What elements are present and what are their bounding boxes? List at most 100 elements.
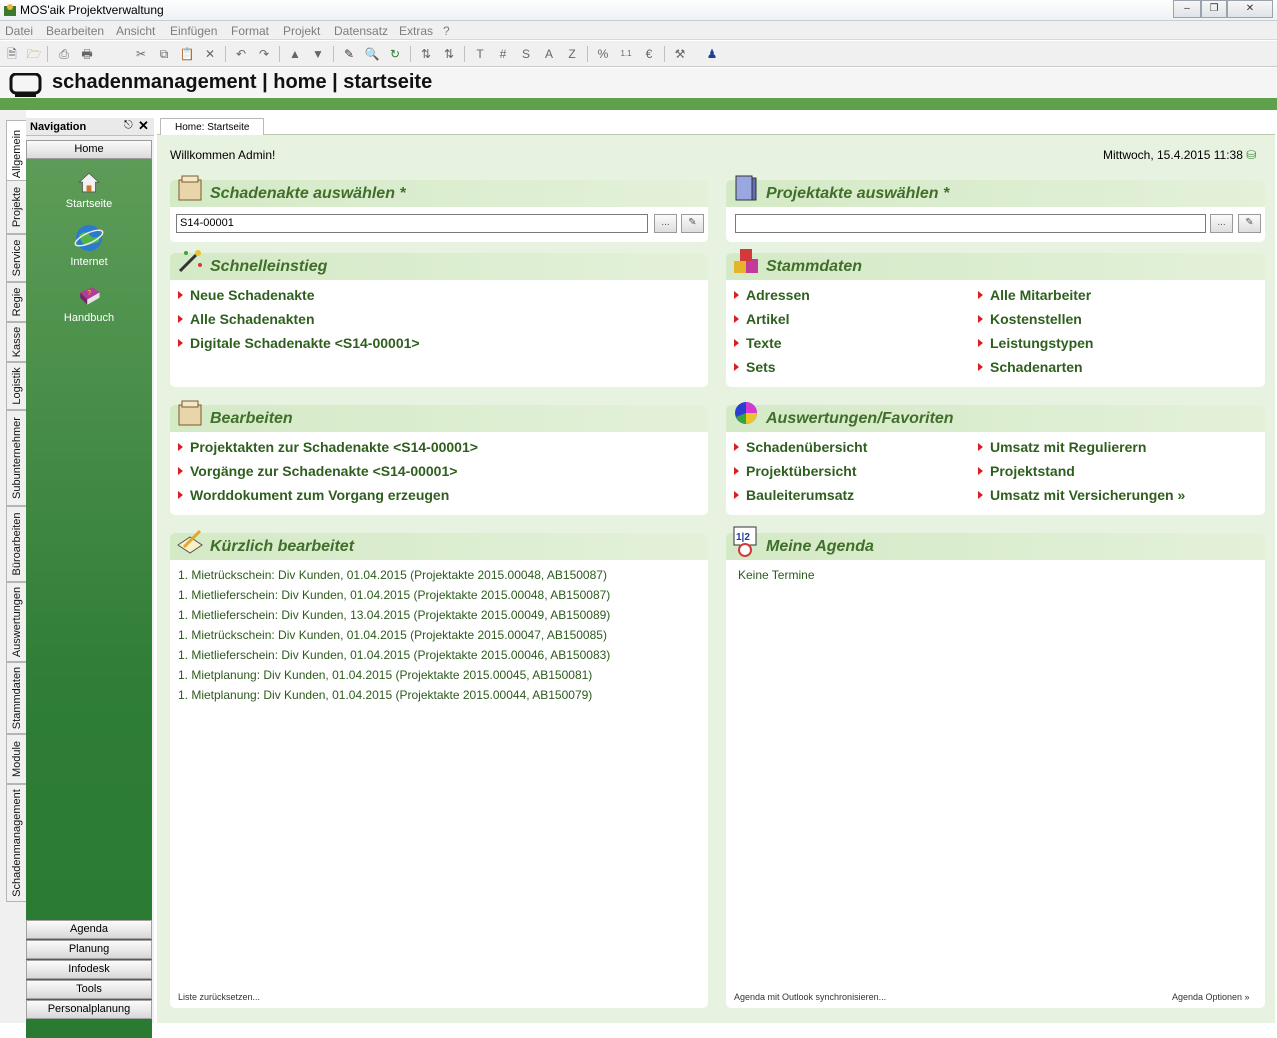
- recent-item[interactable]: 1. Mietplanung: Div Kunden, 01.04.2015 (…: [178, 668, 592, 682]
- link-projektuebersicht[interactable]: Projektübersicht: [733, 463, 856, 479]
- close-button[interactable]: ✕: [1227, 0, 1273, 18]
- link-projektstand[interactable]: Projektstand: [978, 463, 1075, 479]
- menu-projekt[interactable]: Projekt: [283, 24, 320, 38]
- projektakte-edit-button[interactable]: ✎: [1238, 214, 1261, 233]
- edit-pencil-icon[interactable]: ✎: [340, 45, 358, 63]
- link-alle-schadenakten[interactable]: Alle Schadenakten: [178, 311, 315, 327]
- link-artikel[interactable]: Artikel: [734, 311, 790, 327]
- recent-item[interactable]: 1. Mietlieferschein: Div Kunden, 01.04.2…: [178, 588, 610, 602]
- link-texte[interactable]: Texte: [734, 335, 782, 351]
- menu-help[interactable]: ?: [443, 24, 450, 38]
- format-t-icon[interactable]: T: [471, 45, 489, 63]
- tab-module[interactable]: Module: [6, 734, 26, 784]
- projektakte-input[interactable]: [735, 214, 1206, 233]
- menu-bearbeiten[interactable]: Bearbeiten: [46, 24, 104, 38]
- tab-bueroarbeiten[interactable]: Büroarbeiten: [6, 506, 26, 582]
- link-neue-schadenakte[interactable]: Neue Schadenakte: [178, 287, 315, 303]
- currency-icon[interactable]: €: [640, 45, 658, 63]
- recent-item[interactable]: 1. Mietrückschein: Div Kunden, 01.04.201…: [178, 568, 607, 582]
- cut-icon[interactable]: ✂: [132, 45, 150, 63]
- nav-personalplanung-button[interactable]: Personalplanung: [26, 1000, 152, 1019]
- sort-descending-icon[interactable]: ⇅: [440, 45, 458, 63]
- link-bauleiterumsatz[interactable]: Bauleiterumsatz: [733, 487, 854, 503]
- link-vorgaenge-zur-schadenakte[interactable]: Vorgänge zur Schadenakte <S14-00001>: [177, 463, 457, 479]
- redo-icon[interactable]: ↷: [255, 45, 273, 63]
- menu-ansicht[interactable]: Ansicht: [116, 24, 155, 38]
- percent-icon[interactable]: %: [594, 45, 612, 63]
- house-icon: [78, 172, 100, 193]
- format-z-icon[interactable]: Z: [563, 45, 581, 63]
- tab-subunternehmer[interactable]: Subunternehmer: [6, 410, 26, 506]
- new-document-icon[interactable]: 🗎: [3, 45, 21, 63]
- link-umsatz-mit-versicherungen[interactable]: Umsatz mit Versicherungen »: [977, 487, 1185, 503]
- user-icon[interactable]: ♟: [703, 45, 721, 63]
- link-sets[interactable]: Sets: [734, 359, 776, 375]
- format-s-icon[interactable]: S: [517, 45, 535, 63]
- link-digitale-schadenakte[interactable]: Digitale Schadenakte <S14-00001>: [178, 335, 420, 351]
- delete-icon[interactable]: ✕: [201, 45, 219, 63]
- nav-item-startseite[interactable]: Startseite: [26, 170, 152, 210]
- format-hash-icon[interactable]: #: [494, 45, 512, 63]
- nav-item-handbuch[interactable]: ? Handbuch: [26, 282, 152, 324]
- tools-icon[interactable]: ⚒: [671, 45, 689, 63]
- search-icon[interactable]: 🔍: [363, 45, 381, 63]
- agenda-options-link[interactable]: Agenda Optionen »: [1172, 992, 1250, 1002]
- tab-service[interactable]: Service: [6, 234, 26, 282]
- close-icon[interactable]: ✕: [138, 118, 149, 134]
- print-icon[interactable]: ⎙: [55, 45, 73, 63]
- schadenakte-input[interactable]: S14-00001: [176, 214, 648, 233]
- arrow-up-icon[interactable]: ▲: [286, 45, 304, 63]
- undo-icon[interactable]: ↶: [232, 45, 250, 63]
- copy-icon[interactable]: ⧉: [155, 45, 173, 63]
- tab-auswertungen[interactable]: Auswertungen: [6, 582, 26, 662]
- tab-stammdaten[interactable]: Stammdaten: [6, 662, 26, 734]
- link-leistungstypen[interactable]: Leistungstypen: [977, 335, 1093, 351]
- numbering-icon[interactable]: 1.1: [617, 45, 635, 63]
- menu-extras[interactable]: Extras: [399, 24, 433, 38]
- projektakte-browse-button[interactable]: ...: [1210, 214, 1233, 233]
- sort-ascending-icon[interactable]: ⇅: [417, 45, 435, 63]
- nav-infodesk-button[interactable]: Infodesk: [26, 960, 152, 979]
- paste-icon[interactable]: 📋: [178, 45, 196, 63]
- link-schadenuebersicht[interactable]: Schadenübersicht: [733, 439, 867, 455]
- nav-agenda-button[interactable]: Agenda: [26, 920, 152, 939]
- link-alle-mitarbeiter[interactable]: Alle Mitarbeiter: [977, 287, 1091, 303]
- link-schadenarten[interactable]: Schadenarten: [978, 359, 1083, 375]
- open-folder-icon[interactable]: 🗁: [25, 45, 43, 63]
- tab-kasse[interactable]: Kasse: [6, 322, 26, 362]
- refresh-icon[interactable]: ↻: [386, 45, 404, 63]
- reset-list-link[interactable]: Liste zurücksetzen...: [178, 992, 260, 1002]
- agenda-sync-link[interactable]: Agenda mit Outlook synchronisieren...: [734, 992, 886, 1002]
- link-kostenstellen[interactable]: Kostenstellen: [978, 311, 1082, 327]
- tab-projekte[interactable]: Projekte: [6, 180, 26, 234]
- schadenakte-edit-button[interactable]: ✎: [681, 214, 704, 233]
- format-a-icon[interactable]: A: [540, 45, 558, 63]
- nav-tools-button[interactable]: Tools: [26, 980, 152, 999]
- link-umsatz-mit-regulierern[interactable]: Umsatz mit Regulierern: [977, 439, 1146, 455]
- link-worddokument-erzeugen[interactable]: Worddokument zum Vorgang erzeugen: [177, 487, 449, 503]
- link-projektakten-zur-schadenakte[interactable]: Projektakten zur Schadenakte <S14-00001>: [178, 439, 478, 455]
- print-preview-icon[interactable]: 🖶: [78, 45, 96, 63]
- pin-icon[interactable]: ⎋: [124, 119, 133, 132]
- menu-datensatz[interactable]: Datensatz: [334, 24, 388, 38]
- menu-datei[interactable]: Datei: [5, 24, 33, 38]
- link-adressen[interactable]: Adressen: [734, 287, 810, 303]
- tab-schadenmanagement[interactable]: Schadenmanagement: [6, 784, 26, 902]
- menu-einfuegen[interactable]: Einfügen: [170, 24, 217, 38]
- arrow-down-icon[interactable]: ▼: [309, 45, 327, 63]
- recent-item[interactable]: 1. Mietlieferschein: Div Kunden, 13.04.2…: [178, 608, 610, 622]
- minimize-button[interactable]: –: [1173, 0, 1201, 18]
- tab-logistik[interactable]: Logistik: [6, 362, 26, 410]
- tab-regie[interactable]: Regie: [6, 282, 26, 322]
- recent-item[interactable]: 1. Mietrückschein: Div Kunden, 01.04.201…: [178, 628, 607, 642]
- nav-item-internet[interactable]: Internet: [26, 222, 152, 268]
- recent-item[interactable]: 1. Mietlieferschein: Div Kunden, 01.04.2…: [178, 648, 610, 662]
- recent-item[interactable]: 1. Mietplanung: Div Kunden, 01.04.2015 (…: [178, 688, 592, 702]
- menu-format[interactable]: Format: [231, 24, 269, 38]
- nav-planung-button[interactable]: Planung: [26, 940, 152, 959]
- nav-home-button[interactable]: Home: [26, 140, 152, 159]
- schadenakte-browse-button[interactable]: ...: [654, 214, 677, 233]
- maximize-button[interactable]: ❐: [1201, 0, 1227, 18]
- tab-home-startseite[interactable]: Home: Startseite: [160, 118, 264, 135]
- tab-allgemein[interactable]: Allgemein: [6, 120, 26, 188]
